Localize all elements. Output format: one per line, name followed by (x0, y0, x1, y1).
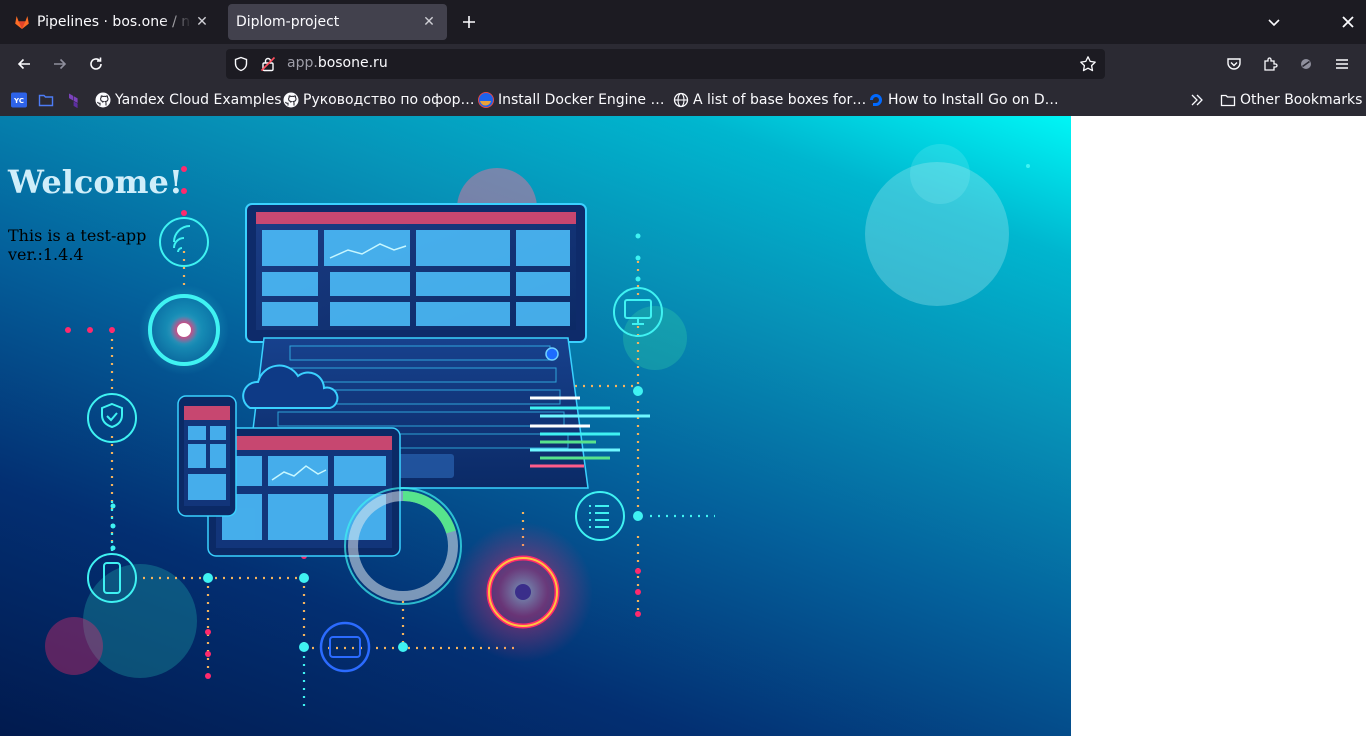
extension-button[interactable] (1292, 50, 1320, 78)
tab-pipelines[interactable]: Pipelines · bos.one / netology ✕ (6, 4, 220, 40)
bookmark-terraform[interactable] (65, 91, 85, 109)
back-button[interactable] (10, 50, 38, 78)
plus-icon (463, 16, 475, 28)
app-version: ver.:1.4.4 (8, 245, 84, 264)
arrow-left-icon (17, 58, 30, 70)
chevron-down-icon (1268, 19, 1280, 27)
pocket-icon (1227, 58, 1241, 70)
github-icon (283, 92, 299, 108)
technology-illustration (45, 144, 1030, 706)
tab-diplom-project[interactable]: Diplom-project ✕ (228, 4, 447, 40)
page-heading: Welcome! (8, 163, 183, 201)
yandex-cloud-icon: YC (11, 92, 27, 108)
digitalocean-icon (868, 92, 884, 108)
bookmark-base-boxes[interactable]: A list of base boxes for… (673, 91, 866, 109)
insecure-lock-icon[interactable] (259, 55, 277, 73)
puzzle-icon (1264, 57, 1278, 71)
bookmark-folder[interactable] (38, 91, 58, 109)
new-tab-button[interactable] (455, 8, 483, 36)
tab-title: Pipelines · bos.one / netology (37, 14, 192, 30)
extension-icon (1301, 59, 1311, 69)
forward-button[interactable] (46, 50, 74, 78)
close-tab-icon[interactable]: ✕ (192, 12, 212, 32)
terraform-icon (65, 92, 81, 108)
bookmarks-toolbar: YC Yandex Cloud Examples Руководство по … (0, 84, 1366, 116)
folder-icon (1220, 92, 1236, 108)
close-tab-icon[interactable]: ✕ (419, 12, 439, 32)
hero-background-image: Welcome! This is a test-app ver.:1.4.4 (0, 116, 1071, 736)
folder-icon (38, 92, 54, 108)
bookmark-install-go[interactable]: How to Install Go on D… (868, 91, 1059, 109)
svg-text:YC: YC (13, 97, 24, 105)
shield-icon[interactable] (232, 55, 250, 73)
url-text[interactable]: app.bosone.ru (287, 55, 388, 71)
docker-icon (478, 92, 494, 108)
pocket-button[interactable] (1220, 50, 1248, 78)
chevron-double-right-icon (1189, 92, 1205, 108)
arrow-right-icon (54, 58, 67, 70)
close-icon (1342, 16, 1354, 28)
close-window-button[interactable] (1334, 8, 1362, 36)
bookmark-install-docker[interactable]: Install Docker Engine … (478, 91, 665, 109)
extensions-button[interactable] (1256, 50, 1284, 78)
app-menu-button[interactable] (1328, 50, 1356, 78)
navigation-toolbar: app.bosone.ru (0, 44, 1366, 84)
tab-title: Diplom-project (236, 14, 340, 30)
bookmark-label: Руководство по офор… (303, 92, 475, 108)
bookmark-label: Install Docker Engine … (498, 92, 665, 108)
bookmark-yandex-cloud-examples[interactable]: Yandex Cloud Examples (95, 91, 282, 109)
bookmark-rukovodstvo[interactable]: Руководство по офор… (283, 91, 475, 109)
bookmark-yandex-cloud[interactable]: YC (11, 91, 31, 109)
address-bar[interactable]: app.bosone.ru (226, 49, 1105, 79)
hamburger-menu-icon (1336, 59, 1348, 69)
star-icon[interactable] (1079, 55, 1097, 73)
url-subdomain: app. (287, 55, 318, 71)
github-icon (95, 92, 111, 108)
other-bookmarks-folder[interactable]: Other Bookmarks (1220, 91, 1362, 109)
list-all-tabs-button[interactable] (1260, 8, 1288, 36)
bookmark-label: A list of base boxes for… (693, 92, 867, 108)
tab-strip: Pipelines · bos.one / netology ✕ Diplom-… (0, 0, 1366, 44)
bookmark-label: Other Bookmarks (1240, 92, 1363, 108)
reload-icon (90, 57, 102, 70)
bookmark-label: Yandex Cloud Examples (115, 92, 282, 108)
more-bookmarks-button[interactable] (1189, 91, 1209, 109)
page-viewport: Welcome! This is a test-app ver.:1.4.4 (0, 116, 1366, 736)
reload-button[interactable] (82, 50, 110, 78)
globe-icon (673, 92, 689, 108)
url-domain: bosone.ru (317, 55, 388, 71)
gitlab-icon (14, 14, 30, 30)
bookmark-label: How to Install Go on D… (888, 92, 1059, 108)
app-description: This is a test-app (8, 226, 147, 245)
